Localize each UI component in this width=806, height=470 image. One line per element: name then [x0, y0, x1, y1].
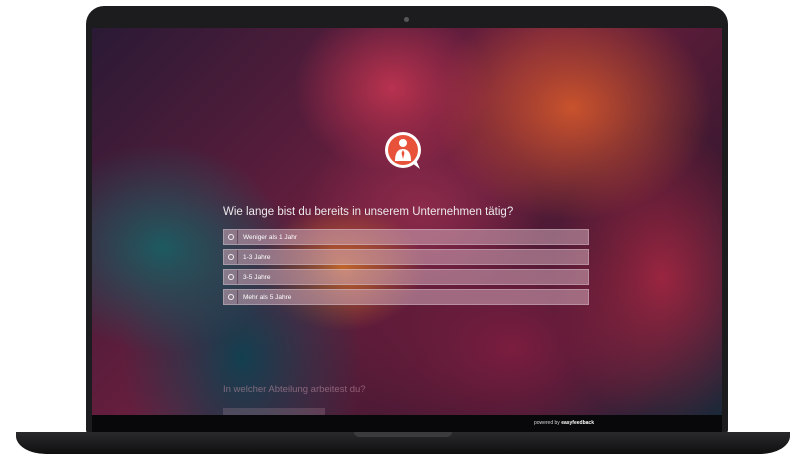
- radio-cell: [224, 270, 238, 284]
- powered-prefix: powered by: [533, 420, 560, 426]
- option-1-3-years[interactable]: 1-3 Jahre: [223, 249, 589, 265]
- option-label: 3-5 Jahre: [243, 273, 271, 281]
- question-tenure: Wie lange bist du bereits in unserem Unt…: [223, 206, 514, 218]
- option-label: 1-3 Jahre: [243, 253, 271, 261]
- radio-cell: [224, 230, 238, 244]
- webcam: [404, 17, 409, 22]
- chat-bubble-person-icon: [385, 132, 421, 169]
- radio-circle-icon[interactable]: [227, 234, 234, 240]
- radio-cell: [224, 250, 238, 264]
- powered-by[interactable]: powered by easyfeedback: [534, 420, 594, 426]
- radio-circle-icon[interactable]: [227, 254, 234, 260]
- option-label: Weniger als 1 Jahr: [243, 233, 298, 241]
- option-less-than-1-year[interactable]: Weniger als 1 Jahr: [223, 229, 589, 245]
- question-department: In welcher Abteilung arbeitest du?: [223, 384, 366, 395]
- tenure-options: Weniger als 1 Jahr 1-3 Jahre 3-5 Jahre M…: [223, 229, 589, 309]
- footer-bar: powered by easyfeedback: [92, 415, 722, 432]
- radio-circle-icon[interactable]: [227, 274, 234, 280]
- radio-circle-icon[interactable]: [227, 294, 234, 300]
- option-more-than-5-years[interactable]: Mehr als 5 Jahre: [223, 289, 589, 305]
- option-3-5-years[interactable]: 3-5 Jahre: [223, 269, 589, 285]
- survey-screen: Wie lange bist du bereits in unserem Unt…: [92, 28, 722, 432]
- brand-name: easyfeedback: [561, 420, 594, 426]
- option-label: Mehr als 5 Jahre: [243, 293, 292, 301]
- radio-cell: [224, 290, 238, 304]
- laptop-notch: [354, 432, 452, 437]
